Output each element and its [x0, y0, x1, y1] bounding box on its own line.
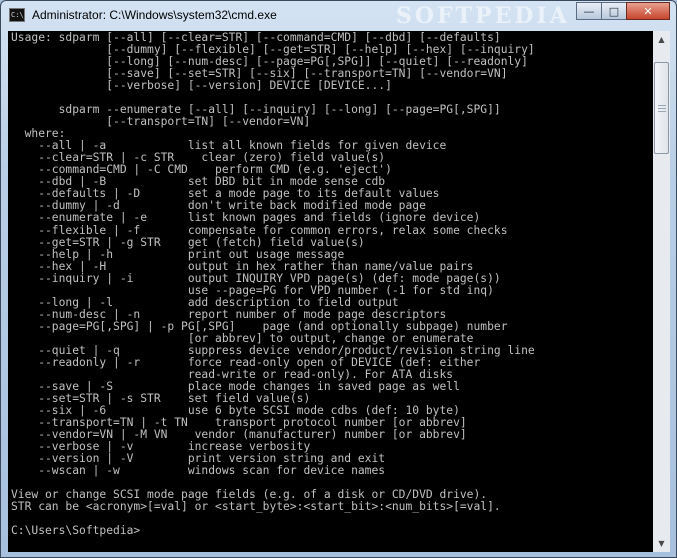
scroll-up-arrow-icon[interactable]: ▲ [653, 31, 670, 48]
close-button[interactable]: ✕ [626, 2, 670, 20]
cmd-window: C:\_ Administrator: C:\Windows\system32\… [0, 0, 677, 558]
thumb-grip [658, 105, 666, 106]
title-bar[interactable]: C:\_ Administrator: C:\Windows\system32\… [1, 1, 676, 31]
cmd-app-icon[interactable]: C:\_ [9, 8, 25, 22]
console-line: [--verbose] [--version] DEVICE [DEVICE..… [11, 79, 392, 93]
thumb-grip [658, 111, 666, 112]
vertical-scrollbar[interactable]: ▲ ▼ [653, 31, 670, 552]
maximize-button[interactable]: □ [601, 2, 627, 20]
caption-buttons: — □ ✕ [576, 2, 670, 20]
softpedia-watermark: SOFTPEDIA [396, 3, 570, 29]
minimize-button[interactable]: — [576, 2, 602, 20]
console-line: --wscan | -w windows scan for device nam… [11, 464, 386, 478]
scroll-down-arrow-icon[interactable]: ▼ [653, 535, 670, 552]
console-line: C:\Users\Softpedia> [11, 524, 141, 538]
thumb-grip [658, 108, 666, 109]
console-text: Usage: sdparm [--all] [--clear=STR] [--c… [8, 31, 653, 537]
console-line: STR can be <acronym>[=val] or <start_byt… [11, 500, 501, 514]
console-output[interactable]: Usage: sdparm [--all] [--clear=STR] [--c… [8, 31, 653, 552]
window-title: Administrator: C:\Windows\system32\cmd.e… [32, 8, 277, 22]
scroll-thumb[interactable] [654, 62, 669, 154]
